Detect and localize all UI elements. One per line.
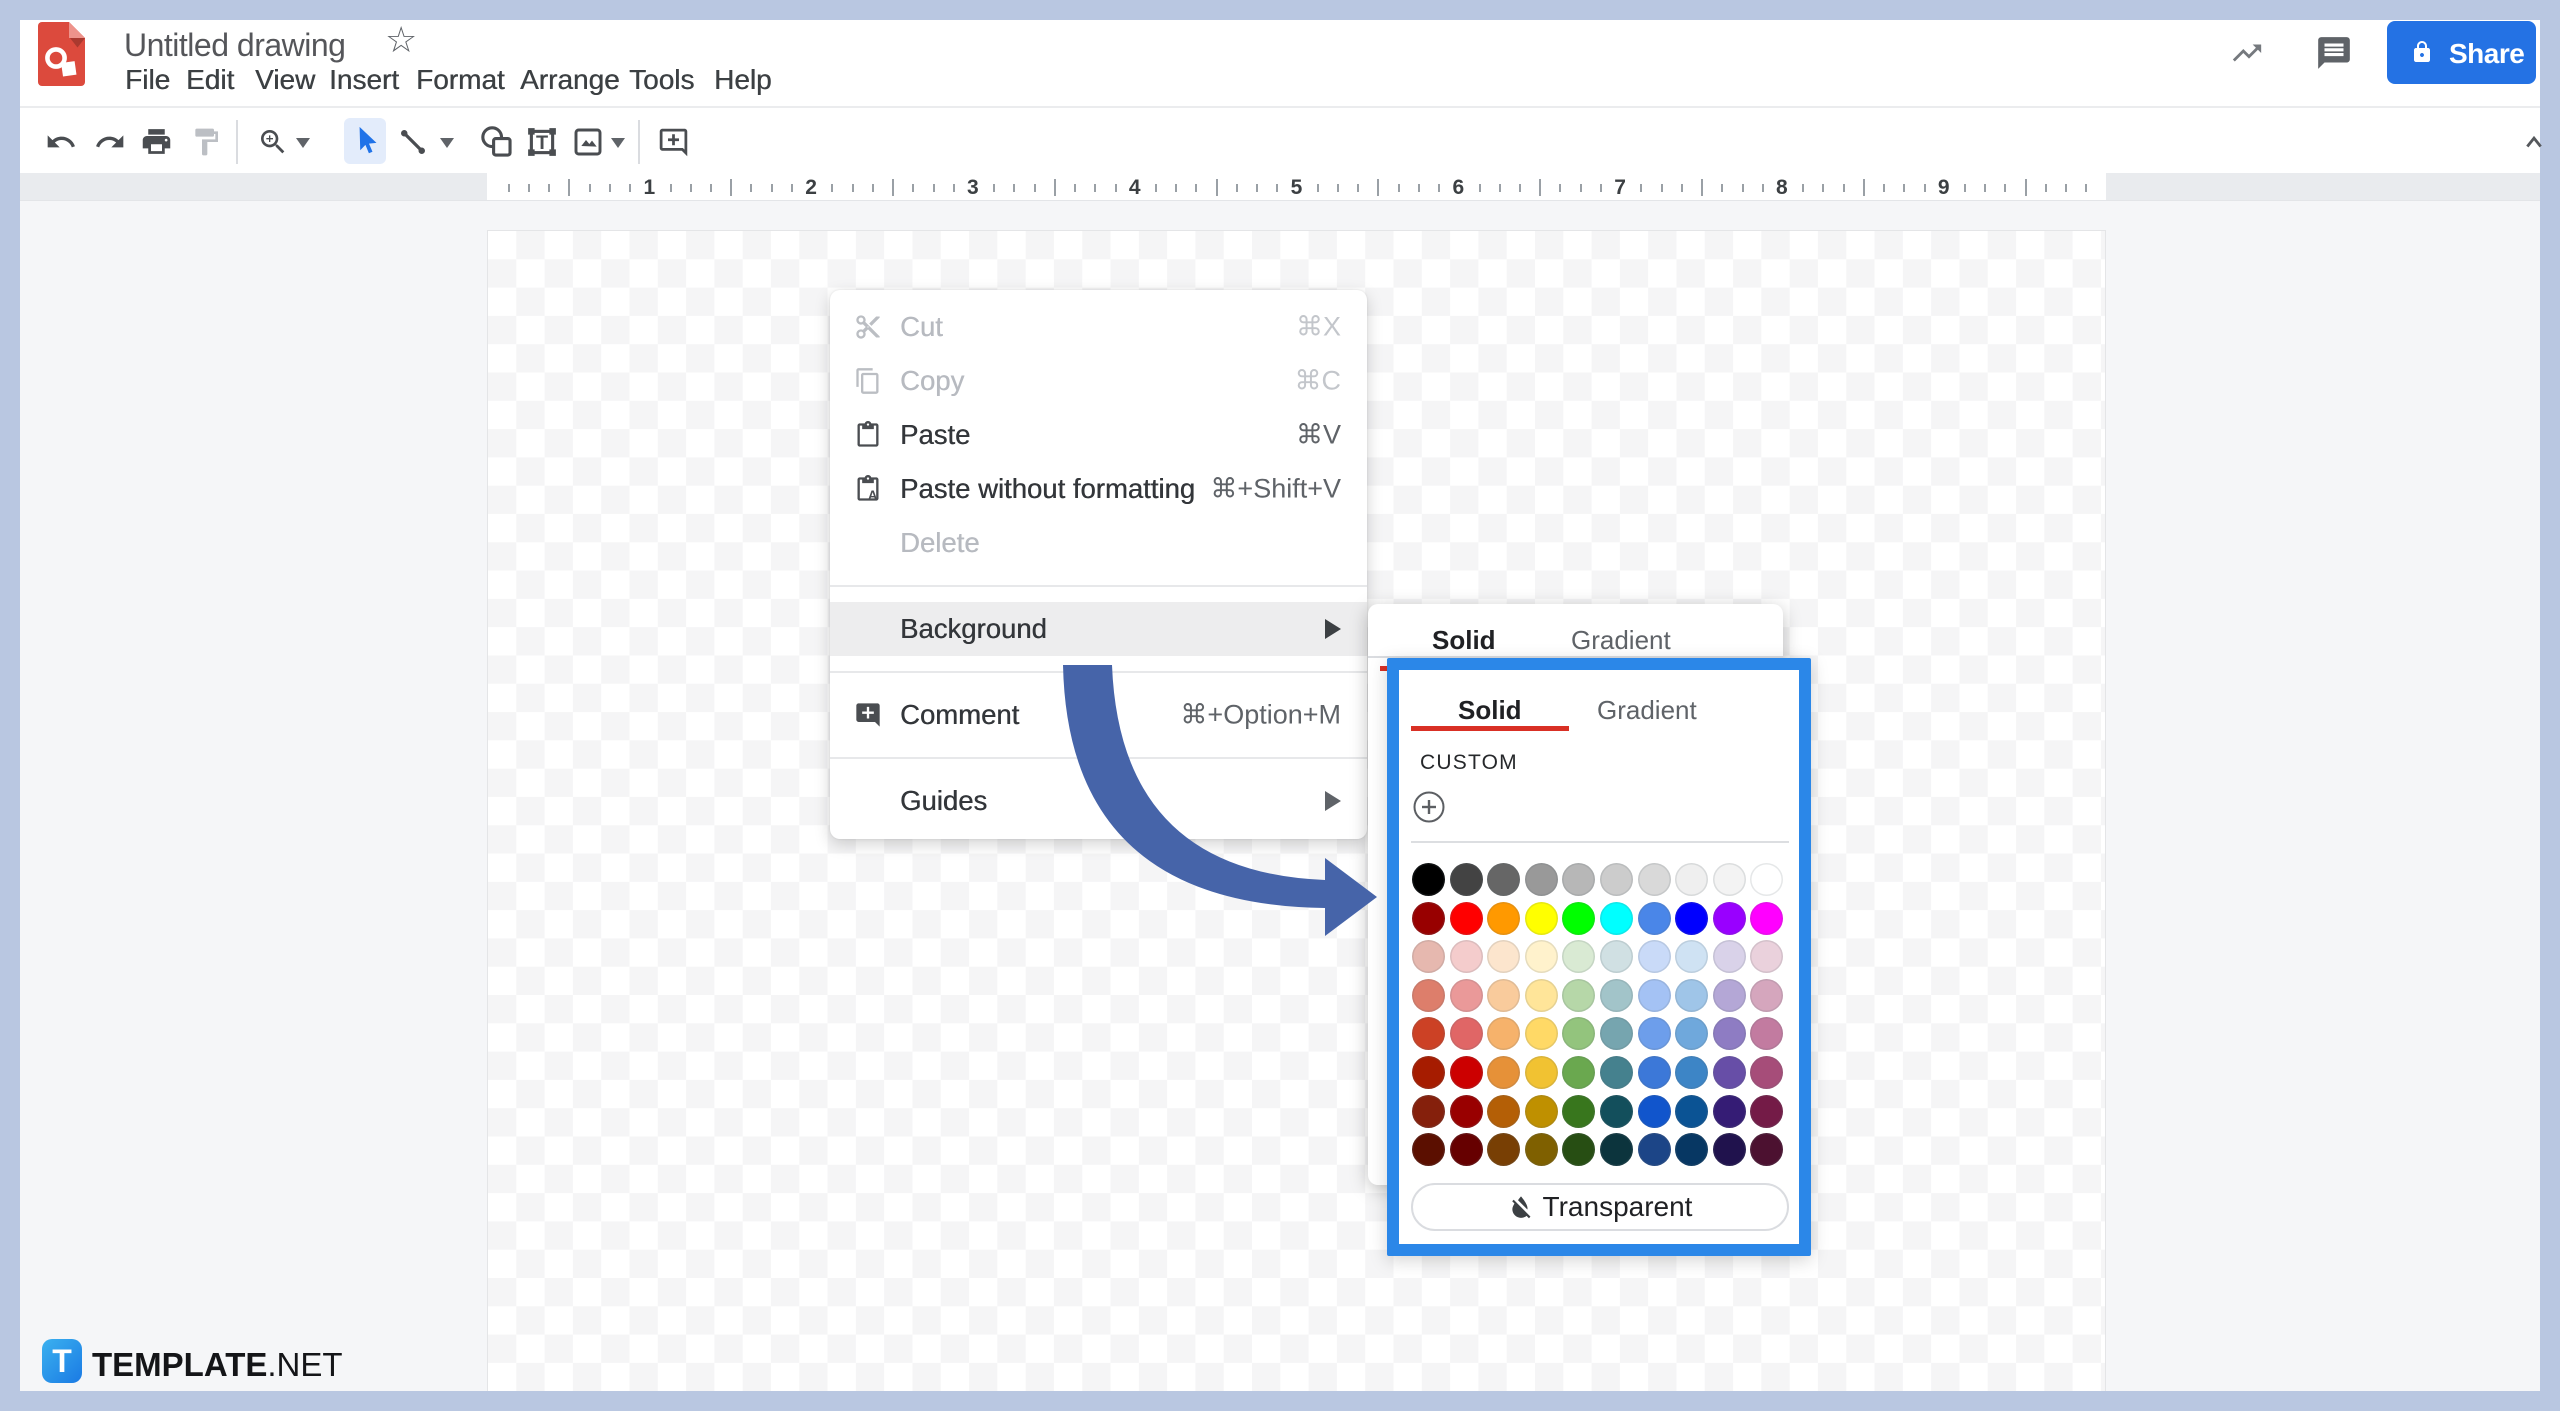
svg-text:A: A	[868, 488, 877, 503]
svg-text:T: T	[536, 132, 548, 154]
